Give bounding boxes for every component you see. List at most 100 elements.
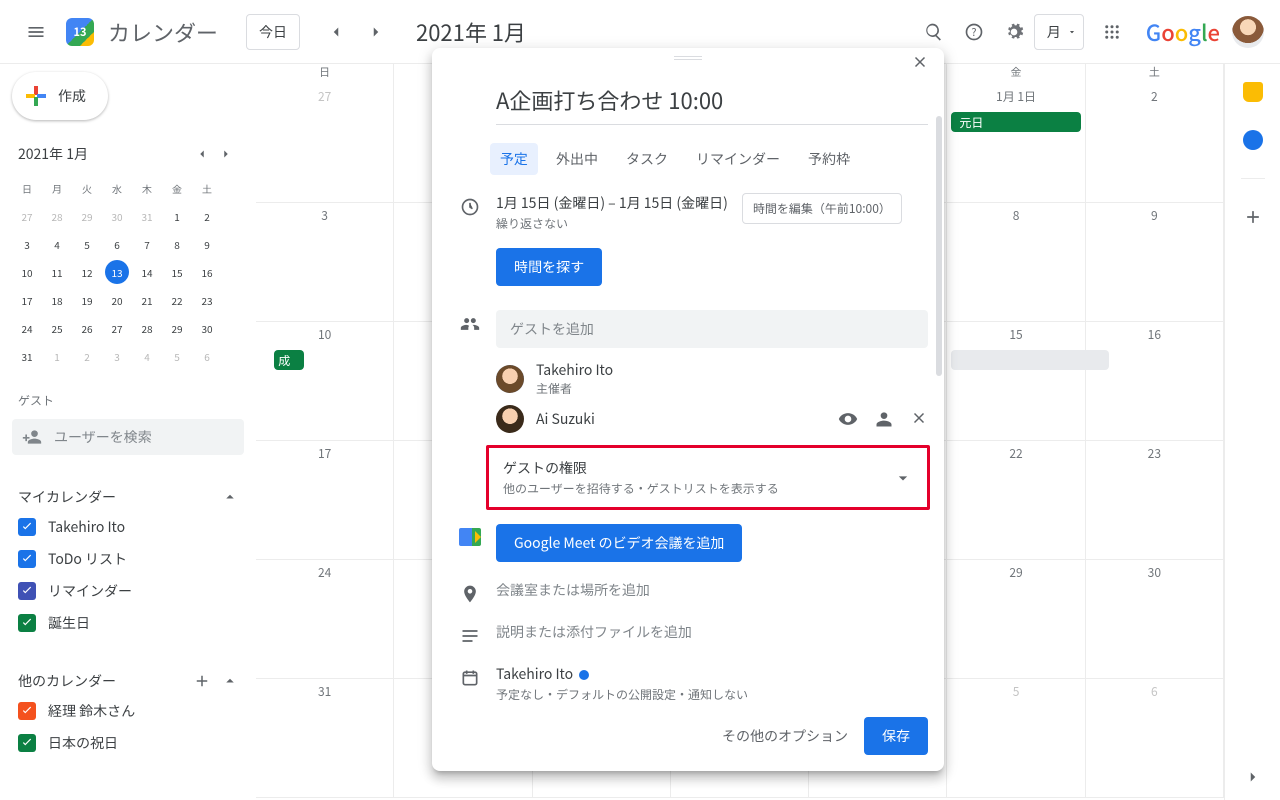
event-chip[interactable]: 元日 [951,112,1080,132]
event-type-tab[interactable]: タスク [616,143,678,175]
google-apps-icon[interactable] [1092,12,1132,52]
calendar-item[interactable]: ToDo リスト [12,543,244,575]
mini-day[interactable]: 17 [12,286,42,314]
find-time-button[interactable]: 時間を探す [496,248,602,286]
mini-day[interactable]: 13 [105,260,129,284]
calendar-item[interactable]: リマインダー [12,575,244,607]
event-type-tab[interactable]: 予約枠 [798,143,860,175]
mini-day[interactable]: 27 [12,202,42,230]
keep-icon[interactable] [1243,82,1263,102]
today-button[interactable]: 今日 [246,14,300,50]
mini-day[interactable]: 25 [42,314,72,342]
mini-day[interactable]: 15 [162,258,192,286]
addons-icon[interactable] [1243,207,1263,227]
prev-month-button[interactable] [316,12,356,52]
mini-day[interactable]: 2 [192,202,222,230]
day-cell[interactable]: 3 [256,203,394,322]
day-cell[interactable]: 8 [947,203,1085,322]
tasks-icon[interactable] [1243,130,1263,150]
event-type-tab[interactable]: 外出中 [546,143,608,175]
event-type-tab[interactable]: リマインダー [686,143,790,175]
mini-day[interactable]: 18 [42,286,72,314]
mini-day[interactable]: 28 [42,202,72,230]
event-repeat[interactable]: 繰り返さない [496,215,728,232]
add-meet-button[interactable]: Google Meet のビデオ会議を追加 [496,524,742,562]
create-button[interactable]: 作成 [12,72,108,120]
edit-time-button[interactable]: 時間を編集（午前10:00） [742,193,902,224]
day-cell[interactable]: 29 [947,560,1085,679]
optional-icon[interactable] [874,409,894,429]
view-dropdown[interactable]: 月 [1034,14,1084,50]
mini-day[interactable]: 9 [192,230,222,258]
mini-day[interactable]: 12 [72,258,102,286]
mini-day[interactable]: 16 [192,258,222,286]
checkbox-icon[interactable] [18,614,36,632]
mini-day[interactable]: 19 [72,286,102,314]
calendar-item[interactable]: 日本の祝日 [12,727,244,759]
mini-calendar[interactable]: 日月火水木金土272829303112345678910111213141516… [12,174,244,370]
checkbox-icon[interactable] [18,582,36,600]
other-calendars-header[interactable]: 他のカレンダー [12,667,244,695]
mini-day[interactable]: 20 [102,286,132,314]
checkbox-icon[interactable] [18,518,36,536]
mini-day[interactable]: 26 [72,314,102,342]
checkbox-icon[interactable] [18,550,36,568]
day-cell[interactable]: 2 [1086,84,1224,203]
day-cell[interactable]: 5 [947,679,1085,798]
day-cell[interactable]: 24 [256,560,394,679]
add-guest-input[interactable]: ゲストを追加 [496,310,928,348]
mini-day[interactable]: 3 [102,342,132,370]
menu-icon[interactable] [16,12,56,52]
mini-day[interactable]: 24 [12,314,42,342]
day-cell[interactable]: 6 [1086,679,1224,798]
event-chip[interactable]: 成 [274,350,304,370]
mini-day[interactable]: 14 [132,258,162,286]
mini-day[interactable]: 5 [72,230,102,258]
settings-icon[interactable] [994,12,1034,52]
mini-day[interactable]: 4 [42,230,72,258]
account-avatar[interactable] [1232,16,1264,48]
mini-day[interactable]: 30 [192,314,222,342]
mini-day[interactable]: 23 [192,286,222,314]
visibility-icon[interactable] [838,409,858,429]
add-description-input[interactable]: 説明または添付ファイルを追加 [496,622,928,642]
guest-permissions-toggle[interactable]: ゲストの権限他のユーザーを招待する・ゲストリストを表示する [486,445,930,510]
help-icon[interactable]: ? [954,12,994,52]
mini-prev-button[interactable] [190,142,214,166]
day-cell[interactable]: 22 [947,441,1085,560]
day-cell[interactable]: 16 [1086,322,1224,441]
hide-panel-button[interactable] [1244,768,1262,786]
mini-day[interactable]: 22 [162,286,192,314]
remove-guest-icon[interactable] [910,409,928,429]
mini-day[interactable]: 27 [102,314,132,342]
mini-day[interactable]: 11 [42,258,72,286]
mini-day[interactable]: 31 [132,202,162,230]
mini-day[interactable]: 1 [42,342,72,370]
scrollbar[interactable] [936,116,942,376]
mini-day[interactable]: 2 [72,342,102,370]
day-cell[interactable]: 1月 1日元日 [947,84,1085,203]
mini-day[interactable]: 7 [132,230,162,258]
day-cell[interactable]: 30 [1086,560,1224,679]
day-cell[interactable]: 27 [256,84,394,203]
day-cell[interactable]: 15 [947,322,1085,441]
add-icon[interactable] [188,667,216,695]
day-cell[interactable]: 10 [256,322,394,441]
calendar-item[interactable]: 経理 鈴木さん [12,695,244,727]
drag-handle-icon[interactable] [674,56,702,60]
save-button[interactable]: 保存 [864,717,928,755]
event-title-input[interactable]: A企画打ち合わせ 10:00 [496,80,928,125]
mini-next-button[interactable] [214,142,238,166]
event-owner[interactable]: Takehiro Ito [496,664,928,684]
day-cell[interactable]: 31 [256,679,394,798]
mini-day[interactable]: 8 [162,230,192,258]
day-cell[interactable]: 9 [1086,203,1224,322]
event-date-range[interactable]: 1月 15日 (金曜日) – 1月 15日 (金曜日) [496,193,728,213]
calendar-item[interactable]: Takehiro Ito [12,511,244,543]
mini-day[interactable]: 29 [72,202,102,230]
checkbox-icon[interactable] [18,702,36,720]
day-cell[interactable]: 17 [256,441,394,560]
mini-day[interactable]: 31 [12,342,42,370]
next-month-button[interactable] [356,12,396,52]
mini-day[interactable]: 30 [102,202,132,230]
